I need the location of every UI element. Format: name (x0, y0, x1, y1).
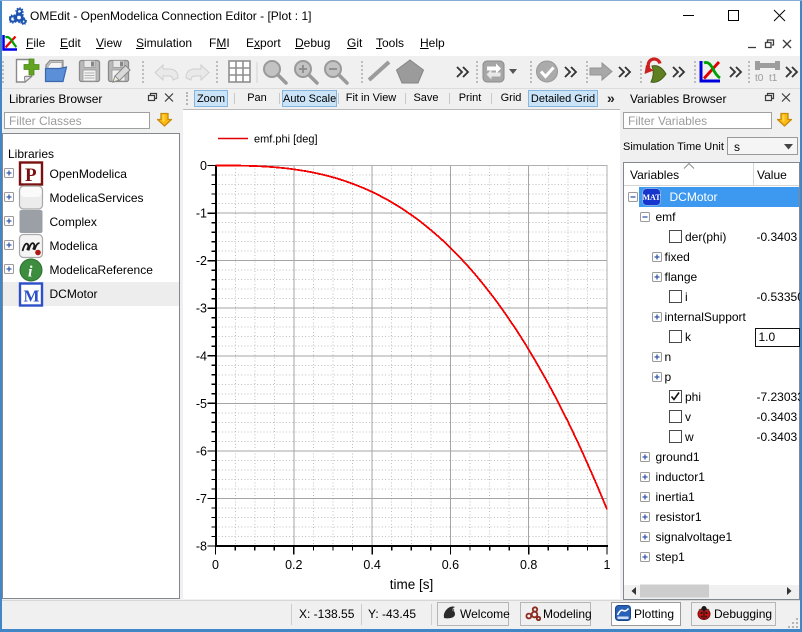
svg-text:t1: t1 (769, 73, 778, 84)
svg-text:t0: t0 (755, 73, 764, 84)
svg-text:0.2: 0.2 (285, 558, 302, 572)
svg-text:-2: -2 (196, 254, 207, 268)
svg-text:emf.phi [deg]: emf.phi [deg] (254, 134, 318, 146)
svg-text:P: P (25, 165, 37, 186)
svg-text:-3: -3 (196, 302, 207, 316)
svg-text:0: 0 (200, 159, 207, 173)
svg-text:-7: -7 (196, 492, 207, 506)
svg-text:-1: -1 (196, 207, 207, 221)
svg-text:0.8: 0.8 (520, 558, 537, 572)
svg-text:time [s]: time [s] (390, 577, 434, 592)
svg-text:0: 0 (212, 558, 219, 572)
svg-text:-6: -6 (196, 444, 207, 458)
svg-text:M: M (24, 287, 40, 306)
svg-text:-5: -5 (196, 397, 207, 411)
svg-text:0.4: 0.4 (363, 558, 380, 572)
svg-text:MAT: MAT (642, 193, 661, 202)
svg-text:0.6: 0.6 (442, 558, 459, 572)
svg-text:-8: -8 (196, 540, 207, 554)
svg-text:1: 1 (604, 558, 611, 572)
svg-text:-4: -4 (196, 349, 207, 363)
svg-text:i: i (28, 264, 33, 281)
